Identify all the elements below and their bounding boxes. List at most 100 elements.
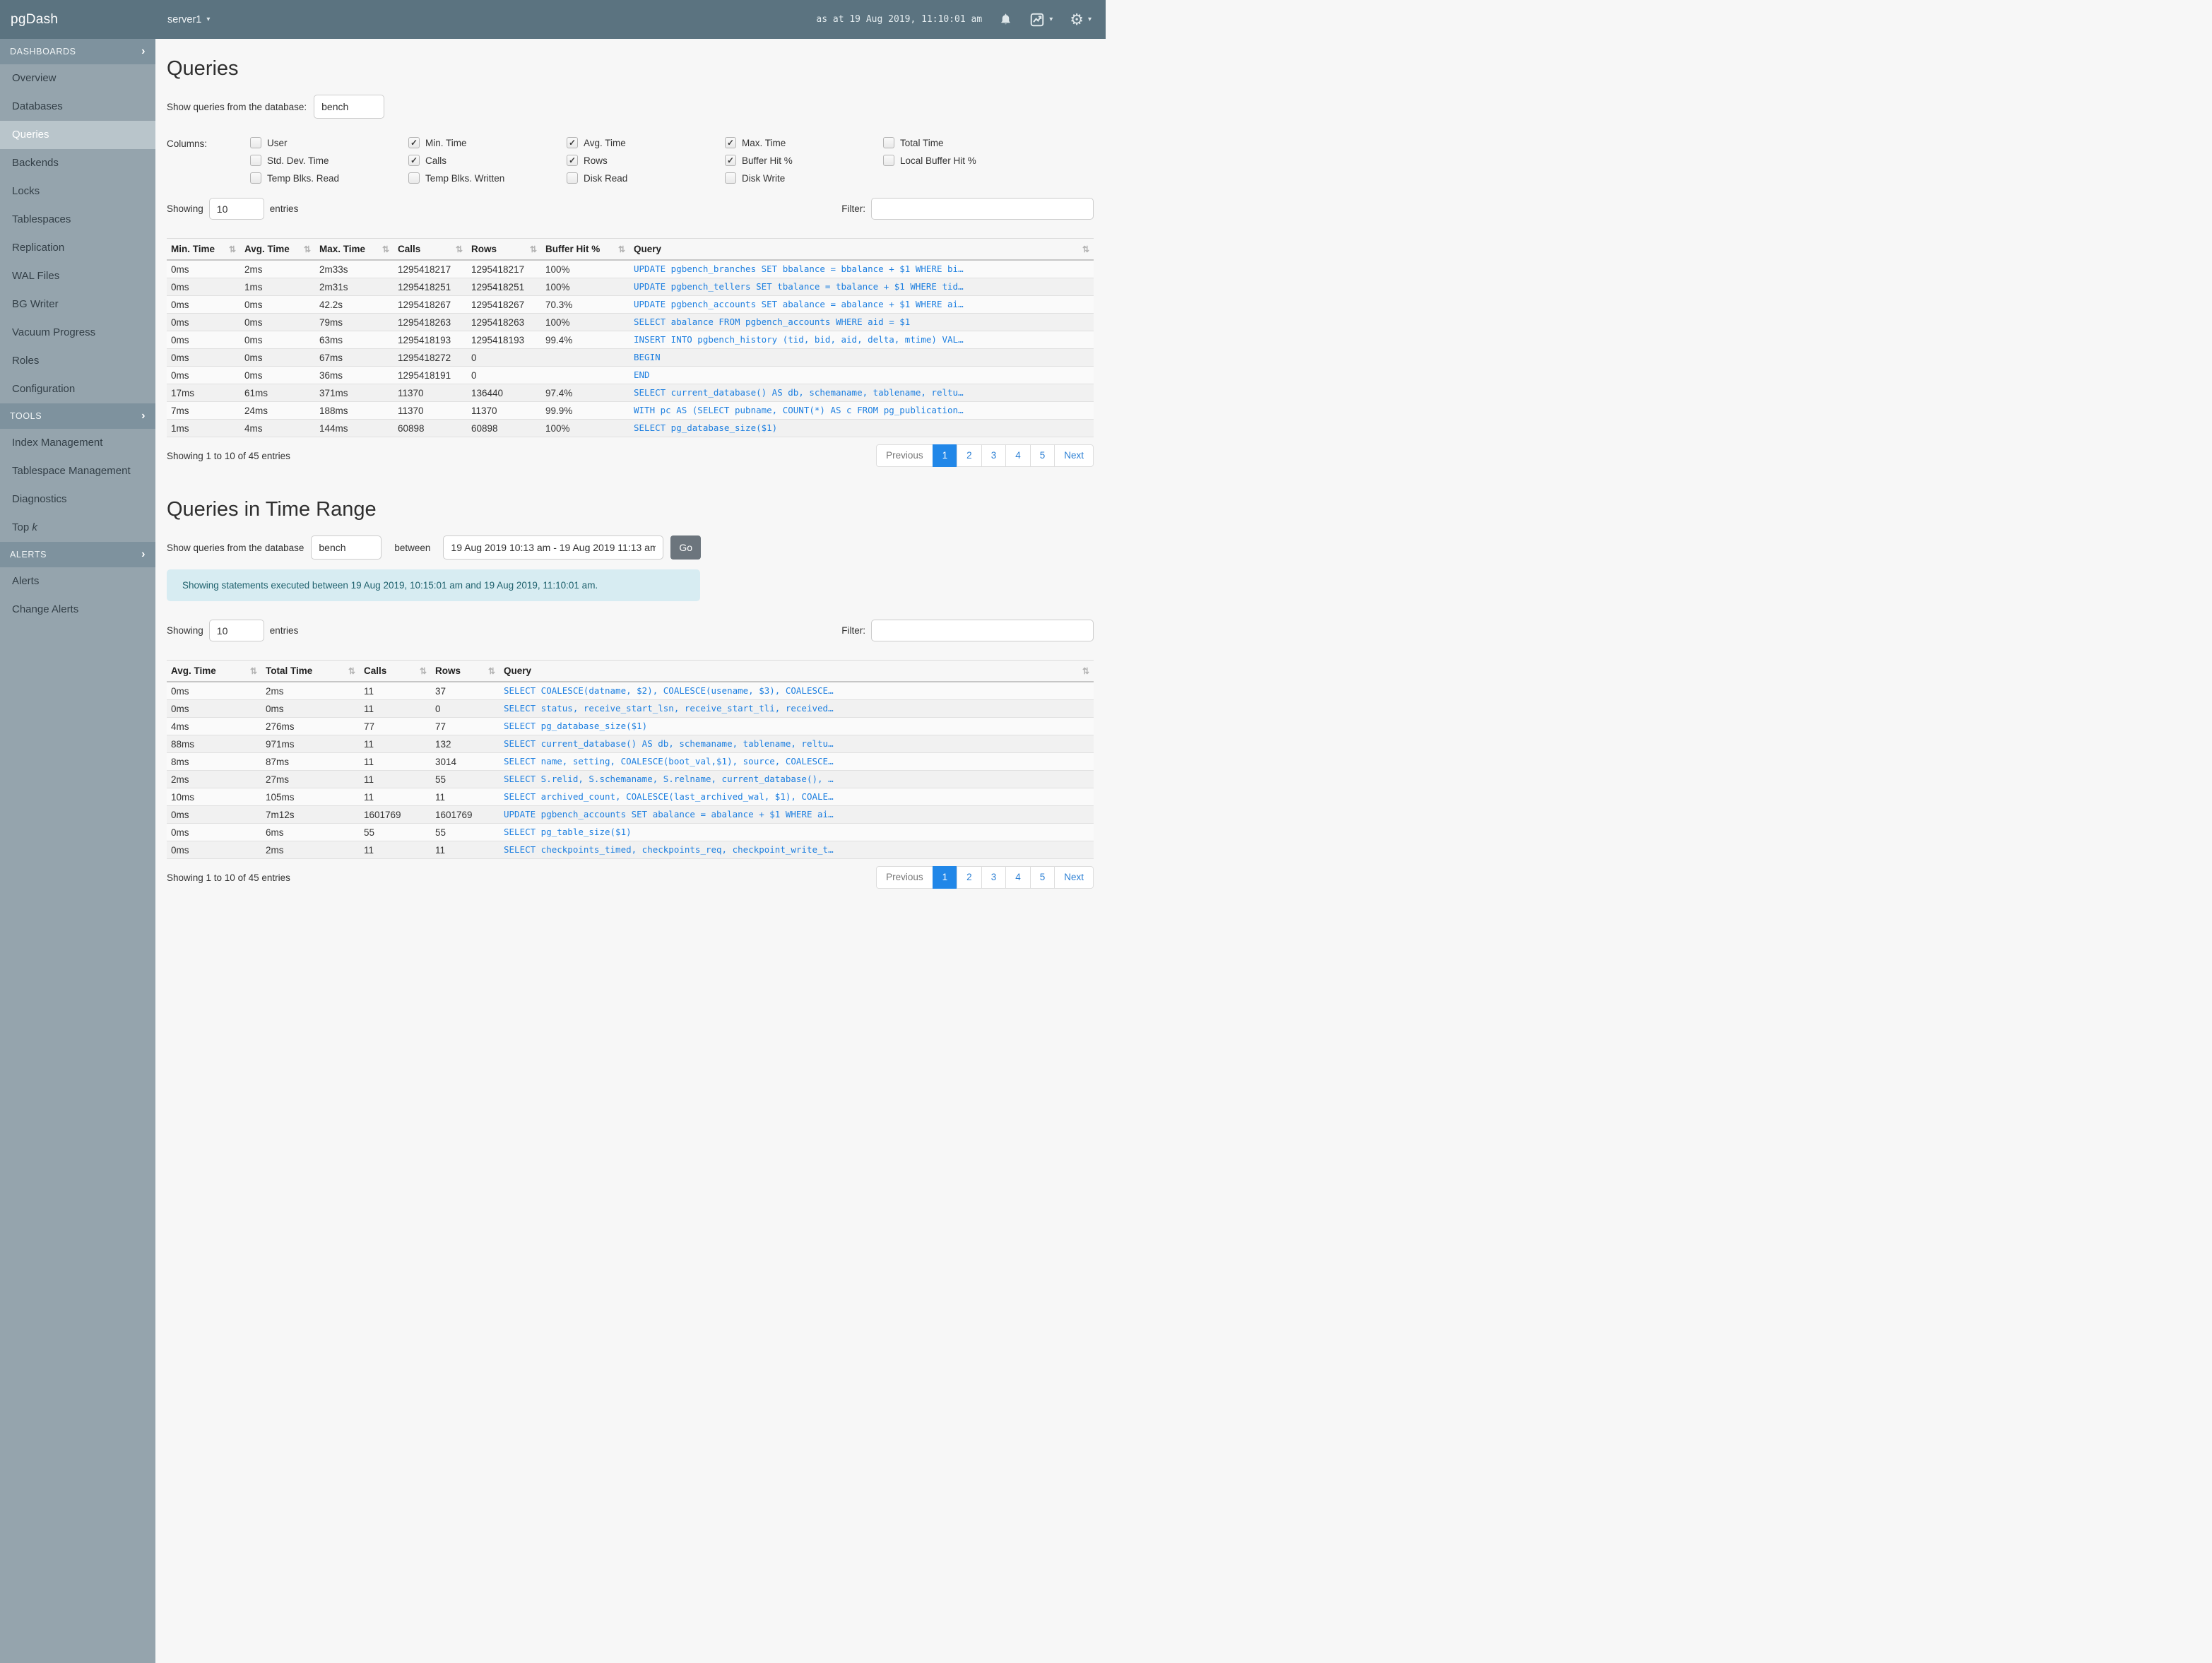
page-1[interactable]: 1 xyxy=(932,866,958,889)
column-option-local-buffer-hit[interactable]: Local Buffer Hit % xyxy=(883,155,1041,166)
sidebar-section-dashboards[interactable]: DASHBOARDS › xyxy=(0,39,155,64)
go-button[interactable]: Go xyxy=(670,535,702,560)
database-input-time-range[interactable] xyxy=(311,535,382,560)
page-previous[interactable]: Previous xyxy=(876,866,933,889)
query-link[interactable]: SELECT name, setting, COALESCE(boot_val,… xyxy=(504,756,834,767)
page-2[interactable]: 2 xyxy=(957,866,982,889)
query-link[interactable]: SELECT current_database() AS db, scheman… xyxy=(504,738,834,749)
query-link[interactable]: END xyxy=(634,369,650,380)
col-header-calls[interactable]: Calls ⇅ xyxy=(394,238,467,261)
query-link[interactable]: WITH pc AS (SELECT pubname, COUNT(*) AS … xyxy=(634,405,964,415)
settings-dropdown[interactable]: ⚙ ▾ xyxy=(1070,11,1092,28)
col-header-rows[interactable]: Rows ⇅ xyxy=(431,660,499,683)
column-option-min-time[interactable]: ✓ Min. Time xyxy=(408,137,567,148)
page-5[interactable]: 5 xyxy=(1029,866,1055,889)
page-next[interactable]: Next xyxy=(1054,866,1094,889)
sidebar-item-top-k[interactable]: Top k xyxy=(0,514,155,542)
sidebar-section-alerts[interactable]: ALERTS › xyxy=(0,542,155,567)
charts-dropdown[interactable]: ▾ xyxy=(1029,12,1053,28)
sidebar-item-configuration[interactable]: Configuration xyxy=(0,375,155,403)
sidebar-section-tools[interactable]: TOOLS › xyxy=(0,403,155,429)
page-2[interactable]: 2 xyxy=(957,444,982,468)
col-header-avg-time[interactable]: Avg. Time ⇅ xyxy=(240,238,315,261)
col-header-total-time[interactable]: Total Time ⇅ xyxy=(261,660,360,683)
query-link[interactable]: INSERT INTO pgbench_history (tid, bid, a… xyxy=(634,334,964,345)
column-option-label: Disk Read xyxy=(584,172,628,184)
column-option-temp-blks-written[interactable]: Temp Blks. Written xyxy=(408,172,567,184)
page-3[interactable]: 3 xyxy=(981,866,1007,889)
sidebar-item-backends[interactable]: Backends xyxy=(0,149,155,177)
query-link[interactable]: UPDATE pgbench_branches SET bbalance = b… xyxy=(634,264,964,274)
entries-count-input[interactable] xyxy=(208,198,264,220)
column-option-max-time[interactable]: ✓ Max. Time xyxy=(725,137,883,148)
col-header-avg-time[interactable]: Avg. Time ⇅ xyxy=(167,660,261,683)
query-link[interactable]: SELECT COALESCE(datname, $2), COALESCE(u… xyxy=(504,685,834,696)
query-link[interactable]: SELECT archived_count, COALESCE(last_arc… xyxy=(504,791,834,802)
sidebar-item-alerts[interactable]: Alerts xyxy=(0,567,155,596)
page-3[interactable]: 3 xyxy=(981,444,1007,468)
col-header-rows[interactable]: Rows ⇅ xyxy=(467,238,541,261)
col-header-query[interactable]: Query ⇅ xyxy=(499,660,1094,683)
notifications-button[interactable] xyxy=(999,12,1012,27)
column-option-total-time[interactable]: Total Time xyxy=(883,137,1041,148)
query-link[interactable]: BEGIN xyxy=(634,352,661,362)
page-previous[interactable]: Previous xyxy=(876,444,933,468)
page-4[interactable]: 4 xyxy=(1005,866,1031,889)
column-option-disk-read[interactable]: Disk Read xyxy=(567,172,725,184)
page-4[interactable]: 4 xyxy=(1005,444,1031,468)
col-header-max-time[interactable]: Max. Time ⇅ xyxy=(315,238,394,261)
column-option-buffer-hit[interactable]: ✓ Buffer Hit % xyxy=(725,155,883,166)
query-link[interactable]: SELECT abalance FROM pgbench_accounts WH… xyxy=(634,316,910,327)
sidebar-item-tablespaces[interactable]: Tablespaces xyxy=(0,206,155,234)
page-next[interactable]: Next xyxy=(1054,444,1094,468)
cell-buffer-hit: 97.4% xyxy=(541,384,629,402)
sidebar-item-index-management[interactable]: Index Management xyxy=(0,429,155,457)
query-link[interactable]: UPDATE pgbench_tellers SET tbalance = tb… xyxy=(634,281,964,292)
cell-calls: 11 xyxy=(360,735,431,754)
query-link[interactable]: SELECT current_database() AS db, scheman… xyxy=(634,387,964,398)
sidebar-item-replication[interactable]: Replication xyxy=(0,234,155,262)
page-1[interactable]: 1 xyxy=(932,444,958,468)
column-option-rows[interactable]: ✓ Rows xyxy=(567,155,725,166)
column-option-avg-time[interactable]: ✓ Avg. Time xyxy=(567,137,725,148)
filter-input[interactable] xyxy=(871,198,1094,220)
server-dropdown[interactable]: server1 ▾ xyxy=(167,14,210,25)
time-range-input[interactable] xyxy=(443,535,664,560)
query-link[interactable]: SELECT S.relid, S.schemaname, S.relname,… xyxy=(504,774,834,784)
page-5[interactable]: 5 xyxy=(1029,444,1055,468)
sort-icon: ⇅ xyxy=(529,244,537,254)
sidebar-item-queries[interactable]: Queries xyxy=(0,121,155,149)
filter-input-2[interactable] xyxy=(871,620,1094,642)
sidebar-item-roles[interactable]: Roles xyxy=(0,347,155,375)
col-header-buffer-hit[interactable]: Buffer Hit % ⇅ xyxy=(541,238,629,261)
sidebar-item-vacuum-progress[interactable]: Vacuum Progress xyxy=(0,319,155,347)
col-header-calls[interactable]: Calls ⇅ xyxy=(360,660,431,683)
sidebar-item-databases[interactable]: Databases xyxy=(0,93,155,121)
database-input[interactable] xyxy=(314,95,385,119)
col-header-min-time[interactable]: Min. Time ⇅ xyxy=(167,238,240,261)
query-link[interactable]: SELECT status, receive_start_lsn, receiv… xyxy=(504,703,834,714)
chevron-down-icon: ▾ xyxy=(1087,16,1092,23)
query-link[interactable]: SELECT pg_table_size($1) xyxy=(504,827,632,837)
table-summary: Showing 1 to 10 of 45 entries xyxy=(167,450,290,461)
sidebar-item-tablespace-management[interactable]: Tablespace Management xyxy=(0,457,155,485)
query-cell: END xyxy=(629,366,1094,384)
entries-count-input-2[interactable] xyxy=(208,620,264,642)
column-option-disk-write[interactable]: Disk Write xyxy=(725,172,883,184)
query-link[interactable]: SELECT checkpoints_timed, checkpoints_re… xyxy=(504,844,834,855)
query-link[interactable]: UPDATE pgbench_accounts SET abalance = a… xyxy=(504,809,834,819)
sidebar-item-diagnostics[interactable]: Diagnostics xyxy=(0,485,155,514)
column-option-user[interactable]: User xyxy=(250,137,408,148)
sidebar-item-wal-files[interactable]: WAL Files xyxy=(0,262,155,290)
sidebar-item-locks[interactable]: Locks xyxy=(0,177,155,206)
sidebar-item-bg-writer[interactable]: BG Writer xyxy=(0,290,155,319)
sidebar-item-overview[interactable]: Overview xyxy=(0,64,155,93)
column-option-calls[interactable]: ✓ Calls xyxy=(408,155,567,166)
sidebar-item-change-alerts[interactable]: Change Alerts xyxy=(0,596,155,624)
column-option-std-dev-time[interactable]: Std. Dev. Time xyxy=(250,155,408,166)
query-link[interactable]: SELECT pg_database_size($1) xyxy=(504,721,647,731)
query-link[interactable]: UPDATE pgbench_accounts SET abalance = a… xyxy=(634,299,964,309)
column-option-temp-blks-read[interactable]: Temp Blks. Read xyxy=(250,172,408,184)
query-link[interactable]: SELECT pg_database_size($1) xyxy=(634,422,777,433)
col-header-query[interactable]: Query ⇅ xyxy=(629,238,1094,261)
